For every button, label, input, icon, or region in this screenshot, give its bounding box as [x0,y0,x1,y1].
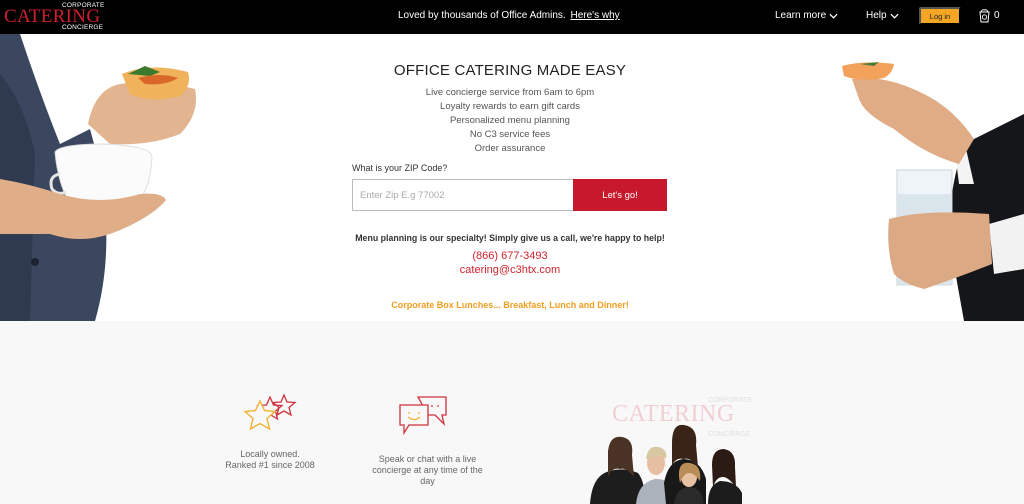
stars-icon [243,393,297,431]
benefit-live-concierge: Speak or chat with a live concierge at a… [360,454,495,487]
lets-go-button[interactable]: Let's go! [573,179,667,211]
menu-planning-note: Menu planning is our specialty! Simply g… [355,233,665,243]
learn-more-menu[interactable]: Learn more [775,10,838,21]
top-navigation-bar: CORPORATE CATERING CONCIERGE Loved by th… [0,0,1024,34]
cart-count: 0 [994,10,1000,21]
feature-list: Live concierge service from 6am to 6pm L… [340,86,680,156]
benefits-section: Locally owned. Ranked #1 since 2008 Spea… [0,321,1024,504]
benefit-text: concierge at any time of the [372,465,483,475]
benefit-text: day [420,476,435,486]
tagline: Loved by thousands of Office Admins. Her… [398,10,620,21]
benefit-text: Ranked #1 since 2008 [225,460,315,470]
phone-link[interactable]: (866) 677-3493 [340,250,680,262]
hero-image-right-man-with-glass [842,62,1024,321]
hero-section: OFFICE CATERING MADE EASY Live concierge… [0,34,1024,321]
heres-why-link[interactable]: Here's why [570,10,619,21]
chat-icon [399,396,447,436]
box-lunches-link[interactable]: Corporate Box Lunches... Breakfast, Lunc… [340,300,680,310]
benefit-text: Locally owned. [240,449,300,459]
feature-item: No C3 service fees [469,129,551,140]
team-members-illustration [590,424,742,504]
hero-image-left-woman-with-cup [0,34,196,321]
feature-item: Loyalty rewards to earn gift cards [440,101,580,112]
feature-item: Order assurance [474,143,546,154]
chevron-down-icon [829,13,838,19]
hero-headline: OFFICE CATERING MADE EASY [393,62,627,79]
learn-more-label: Learn more [775,10,827,21]
login-button[interactable]: Log in [919,7,961,25]
help-label: Help [866,10,887,21]
email-link[interactable]: catering@c3htx.com [340,264,680,276]
tagline-text: Loved by thousands of Office Admins. [398,10,566,21]
logo[interactable]: CORPORATE CATERING CONCIERGE [4,1,104,32]
chevron-down-icon [890,13,899,19]
cart-button[interactable]: 0 [978,8,1000,23]
team-photo: CORPORATE CATERING CONCIERGE [580,393,780,504]
logo-bottom-text: CONCIERGE [62,24,104,31]
feature-item: Live concierge service from 6am to 6pm [425,87,595,98]
zip-input[interactable] [352,179,573,211]
cart-icon [979,9,990,23]
help-menu[interactable]: Help [866,10,899,21]
zip-label: What is your ZIP Code? [352,163,448,173]
benefit-text: Speak or chat with a live [378,454,477,464]
benefit-locally-owned: Locally owned. Ranked #1 since 2008 [210,449,330,471]
feature-item: Personalized menu planning [450,115,570,126]
